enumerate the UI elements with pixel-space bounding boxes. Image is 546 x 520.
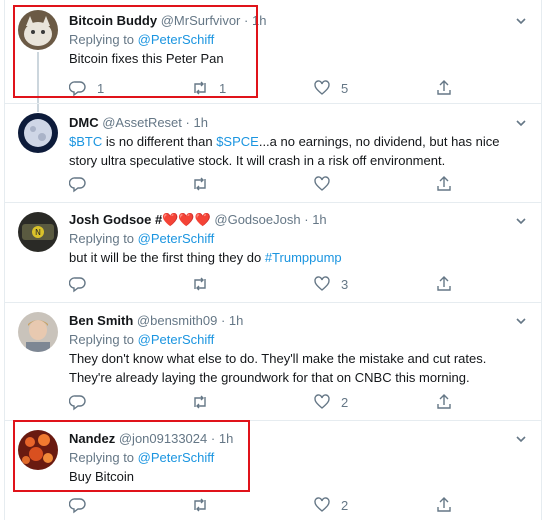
like-count: 2: [341, 497, 349, 513]
like-button[interactable]: 2: [313, 495, 348, 515]
cashtag-spce[interactable]: $SPCE: [216, 134, 259, 149]
divider: [4, 202, 542, 203]
like-button[interactable]: [313, 174, 331, 194]
share-icon: [437, 80, 451, 95]
timestamp[interactable]: 1h: [229, 313, 243, 328]
chevron-down-icon[interactable]: [514, 116, 528, 130]
replying-label: Replying to: [69, 332, 135, 347]
user-handle[interactable]: @AssetReset: [102, 115, 182, 130]
display-name[interactable]: DMC: [69, 115, 99, 130]
share-button[interactable]: [435, 174, 453, 194]
user-handle[interactable]: @bensmith09: [137, 313, 217, 328]
retweet-icon: [194, 395, 206, 409]
reply-icon: [69, 277, 86, 293]
chevron-down-icon[interactable]: [514, 432, 528, 446]
reply-button[interactable]: [69, 174, 87, 194]
separator-dot: ·: [304, 212, 309, 227]
tweet-text: They're already laying the groundwork fo…: [69, 370, 470, 385]
retweet-icon: [194, 177, 206, 191]
heart-icon: [314, 497, 330, 512]
heart-icon: [314, 176, 330, 191]
reply-button[interactable]: [69, 495, 87, 515]
chevron-down-icon[interactable]: [514, 14, 528, 28]
retweet-button[interactable]: [191, 174, 209, 194]
display-name[interactable]: Josh Godsoe #: [69, 212, 162, 227]
like-count: 5: [341, 80, 349, 96]
highlight-box: [13, 420, 250, 492]
avatar[interactable]: [18, 113, 58, 153]
retweet-icon: [194, 277, 206, 291]
tweet-text: is no different than: [102, 134, 217, 149]
tweet-actions: 2: [69, 392, 469, 412]
like-button[interactable]: 5: [313, 78, 348, 98]
reply-button[interactable]: [69, 274, 87, 294]
share-icon: [437, 394, 451, 409]
separator-dot: ·: [185, 115, 190, 130]
heart-icon: [314, 80, 330, 95]
avatar[interactable]: N: [18, 212, 58, 252]
like-button[interactable]: 2: [313, 392, 348, 412]
tweet-text: but it will be the first thing they do: [69, 250, 265, 265]
like-count: 2: [341, 394, 349, 410]
reply-icon: [69, 498, 86, 514]
share-icon: [437, 276, 451, 291]
share-button[interactable]: [435, 274, 453, 294]
tweet-actions: [69, 174, 469, 194]
reply-icon: [69, 177, 86, 193]
reply-button[interactable]: [69, 392, 87, 412]
retweet-button[interactable]: [191, 274, 209, 294]
display-name[interactable]: Ben Smith: [69, 313, 133, 328]
replying-label: Replying to: [69, 231, 135, 246]
share-button[interactable]: [435, 78, 453, 98]
divider: [4, 103, 542, 104]
share-button[interactable]: [435, 495, 453, 515]
avatar[interactable]: [18, 312, 58, 352]
tweet-text: ...a no earnings, no dividend, but has n…: [258, 134, 500, 149]
cashtag-btc[interactable]: $BTC: [69, 134, 102, 149]
separator-dot: ·: [220, 313, 226, 328]
share-button[interactable]: [435, 392, 453, 412]
timestamp[interactable]: 1h: [312, 212, 326, 227]
chevron-down-icon[interactable]: [514, 314, 528, 328]
reply-icon: [69, 395, 86, 411]
user-handle[interactable]: @GodsoeJosh: [214, 212, 300, 227]
replying-to-link[interactable]: @PeterSchiff: [138, 332, 215, 347]
heart-icon: [314, 394, 330, 409]
like-button[interactable]: 3: [313, 274, 348, 294]
hashtag-link[interactable]: #Trumppump: [265, 250, 342, 265]
replying-to-link[interactable]: @PeterSchiff: [138, 231, 215, 246]
retweet-button[interactable]: [191, 495, 209, 515]
chevron-down-icon[interactable]: [514, 214, 528, 228]
heart-icon: [314, 276, 330, 291]
timestamp[interactable]: 1h: [194, 115, 208, 130]
retweet-icon: [194, 498, 206, 512]
share-icon: [437, 176, 451, 191]
highlight-box: [13, 5, 258, 98]
hearts-emoji: ❤️❤️❤️: [162, 212, 211, 227]
retweet-button[interactable]: [191, 392, 209, 412]
tweet-actions: 3: [69, 274, 469, 294]
svg-text:N: N: [35, 228, 41, 237]
tweet-text: They don't know what else to do. They'll…: [69, 351, 487, 366]
like-count: 3: [341, 276, 349, 292]
share-icon: [437, 497, 451, 512]
tweet-actions: 2: [69, 495, 469, 515]
tweet-text: story ultra speculative stock. It will c…: [69, 153, 446, 168]
divider: [4, 302, 542, 303]
